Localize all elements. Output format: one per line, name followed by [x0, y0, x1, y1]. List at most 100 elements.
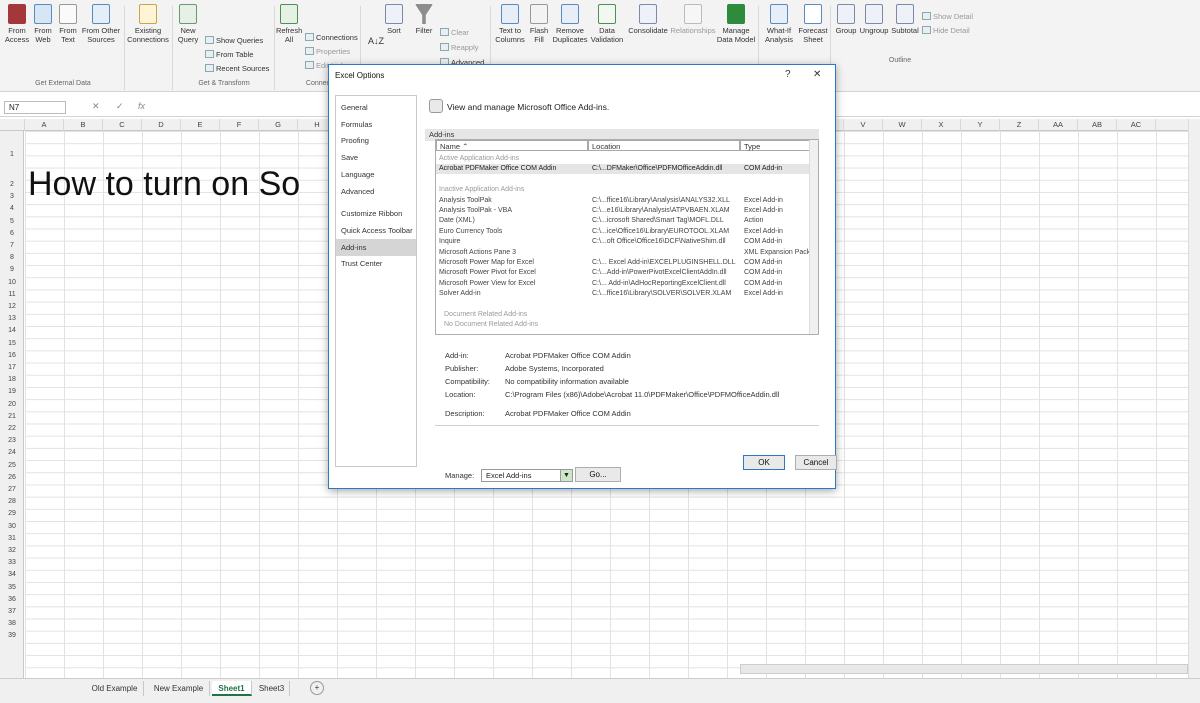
properties-button[interactable]: Properties: [305, 47, 350, 57]
column-header[interactable]: AA: [1039, 119, 1078, 131]
clear-button[interactable]: Clear: [440, 28, 469, 38]
row-header[interactable]: 33: [0, 557, 24, 569]
hide-detail-button[interactable]: Hide Detail: [922, 26, 970, 36]
row-header[interactable]: 27: [0, 484, 24, 496]
relationships-button[interactable]: Relationships: [670, 4, 716, 35]
column-name-header[interactable]: Name ⌃: [436, 140, 588, 151]
flash-fill-button[interactable]: Flash Fill: [528, 4, 550, 44]
confirm-formula-icon[interactable]: ✓: [116, 101, 124, 112]
from-web-button[interactable]: From Web: [30, 4, 56, 44]
column-header[interactable]: E: [181, 119, 220, 131]
row-header[interactable]: 17: [0, 362, 24, 374]
nav-item-customize-ribbon[interactable]: Customize Ribbon: [336, 205, 416, 222]
row-header[interactable]: 16: [0, 350, 24, 362]
row-header[interactable]: 29: [0, 508, 24, 520]
row-header[interactable]: 13: [0, 313, 24, 325]
column-header[interactable]: V: [844, 119, 883, 131]
from-other-sources-button[interactable]: From Other Sources: [80, 4, 122, 44]
sheet-tab-new-example[interactable]: New Example: [148, 681, 210, 696]
addins-table-scrollbar[interactable]: [809, 140, 818, 334]
manage-data-model-button[interactable]: Manage Data Model: [716, 4, 756, 44]
from-access-button[interactable]: From Access: [4, 4, 30, 44]
column-header[interactable]: B: [64, 119, 103, 131]
existing-connections-button[interactable]: Existing Connections: [126, 4, 170, 44]
go-button[interactable]: Go...: [575, 467, 621, 482]
nav-item-add-ins[interactable]: Add-ins: [336, 238, 416, 256]
row-header[interactable]: 8: [0, 252, 24, 264]
row-header[interactable]: 39: [0, 630, 24, 642]
nav-item-save[interactable]: Save: [336, 149, 416, 166]
sheet-tab-old-example[interactable]: Old Example: [86, 681, 144, 696]
column-header[interactable]: G: [259, 119, 298, 131]
ungroup-button[interactable]: Ungroup: [858, 4, 890, 35]
refresh-all-button[interactable]: Refresh All: [276, 4, 302, 44]
row-header[interactable]: 31: [0, 533, 24, 545]
consolidate-button[interactable]: Consolidate: [628, 4, 668, 35]
row-header[interactable]: 38: [0, 618, 24, 630]
addin-row[interactable]: Analysis ToolPak - VBA C:\...e16\Library\…: [436, 206, 810, 216]
row-header[interactable]: 25: [0, 460, 24, 472]
addin-row[interactable]: Euro Currency Tools C:\...ice\Office16\Li…: [436, 227, 810, 237]
name-box[interactable]: N7: [4, 101, 66, 114]
nav-item-language[interactable]: Language: [336, 166, 416, 183]
recent-sources-button[interactable]: Recent Sources: [205, 64, 269, 74]
cancel-formula-icon[interactable]: ✕: [92, 101, 100, 112]
row-header[interactable]: 36: [0, 594, 24, 606]
nav-item-trust-center[interactable]: Trust Center: [336, 255, 416, 272]
row-header[interactable]: 5: [0, 216, 24, 228]
from-table-button[interactable]: From Table: [205, 50, 253, 60]
row-header[interactable]: 10: [0, 277, 24, 289]
close-icon[interactable]: ✕: [813, 69, 821, 80]
column-header[interactable]: F: [220, 119, 259, 131]
from-text-button[interactable]: From Text: [56, 4, 80, 44]
addin-row[interactable]: Acrobat PDFMaker Office COM Addin C:\...D…: [436, 164, 810, 175]
nav-item-general[interactable]: General: [336, 99, 416, 116]
sort-az-icon[interactable]: A↓Z: [368, 36, 384, 46]
row-header[interactable]: 9: [0, 264, 24, 276]
row-header[interactable]: 2: [0, 179, 24, 191]
row-header[interactable]: 32: [0, 545, 24, 557]
row-header[interactable]: 23: [0, 435, 24, 447]
nav-item-quick-access-toolbar[interactable]: Quick Access Toolbar: [336, 222, 416, 239]
show-queries-button[interactable]: Show Queries: [205, 36, 263, 46]
row-header[interactable]: 24: [0, 447, 24, 459]
horizontal-scrollbar[interactable]: [740, 664, 1188, 674]
row-header[interactable]: 21: [0, 411, 24, 423]
row-header[interactable]: 34: [0, 569, 24, 581]
row-header[interactable]: 19: [0, 386, 24, 398]
chevron-down-icon[interactable]: ▼: [560, 470, 572, 481]
column-location-header[interactable]: Location: [588, 140, 740, 151]
addin-row[interactable]: Inquire C:\...oft Office\Office16\DCF\Nat…: [436, 237, 810, 247]
what-if-analysis-button[interactable]: What-If Analysis: [762, 4, 796, 44]
manage-select[interactable]: Excel Add-ins ▼: [481, 469, 573, 482]
addin-row[interactable]: Solver Add-in C:\...ffice16\Library\SOLVE…: [436, 289, 810, 299]
row-header[interactable]: 22: [0, 423, 24, 435]
row-header[interactable]: 20: [0, 399, 24, 411]
addin-row[interactable]: Date (XML) C:\...icrosoft Shared\Smart Ta…: [436, 216, 810, 226]
filter-button[interactable]: Filter: [412, 4, 436, 35]
row-header[interactable]: 6: [0, 228, 24, 240]
text-to-columns-button[interactable]: Text to Columns: [494, 4, 526, 44]
reapply-button[interactable]: Reapply: [440, 43, 479, 53]
column-header[interactable]: X: [922, 119, 961, 131]
column-header[interactable]: AB: [1078, 119, 1117, 131]
column-header[interactable]: D: [142, 119, 181, 131]
row-header[interactable]: 1: [0, 131, 24, 179]
row-header[interactable]: 4: [0, 203, 24, 215]
row-header[interactable]: 18: [0, 374, 24, 386]
group-button[interactable]: Group: [834, 4, 858, 35]
column-header[interactable]: C: [103, 119, 142, 131]
column-header[interactable]: Y: [961, 119, 1000, 131]
column-header[interactable]: AC: [1117, 119, 1156, 131]
new-query-button[interactable]: New Query: [174, 4, 202, 44]
remove-duplicates-button[interactable]: Remove Duplicates: [552, 4, 588, 44]
column-header[interactable]: Z: [1000, 119, 1039, 131]
column-type-header[interactable]: Type: [740, 140, 812, 151]
show-detail-button[interactable]: Show Detail: [922, 12, 973, 22]
addin-row[interactable]: Microsoft Power Pivot for Excel C:\...Add…: [436, 268, 810, 278]
nav-item-advanced[interactable]: Advanced: [336, 183, 416, 200]
fx-icon[interactable]: fx: [138, 101, 145, 111]
nav-item-formulas[interactable]: Formulas: [336, 116, 416, 133]
forecast-sheet-button[interactable]: Forecast Sheet: [798, 4, 828, 44]
ok-button[interactable]: OK: [743, 455, 785, 470]
